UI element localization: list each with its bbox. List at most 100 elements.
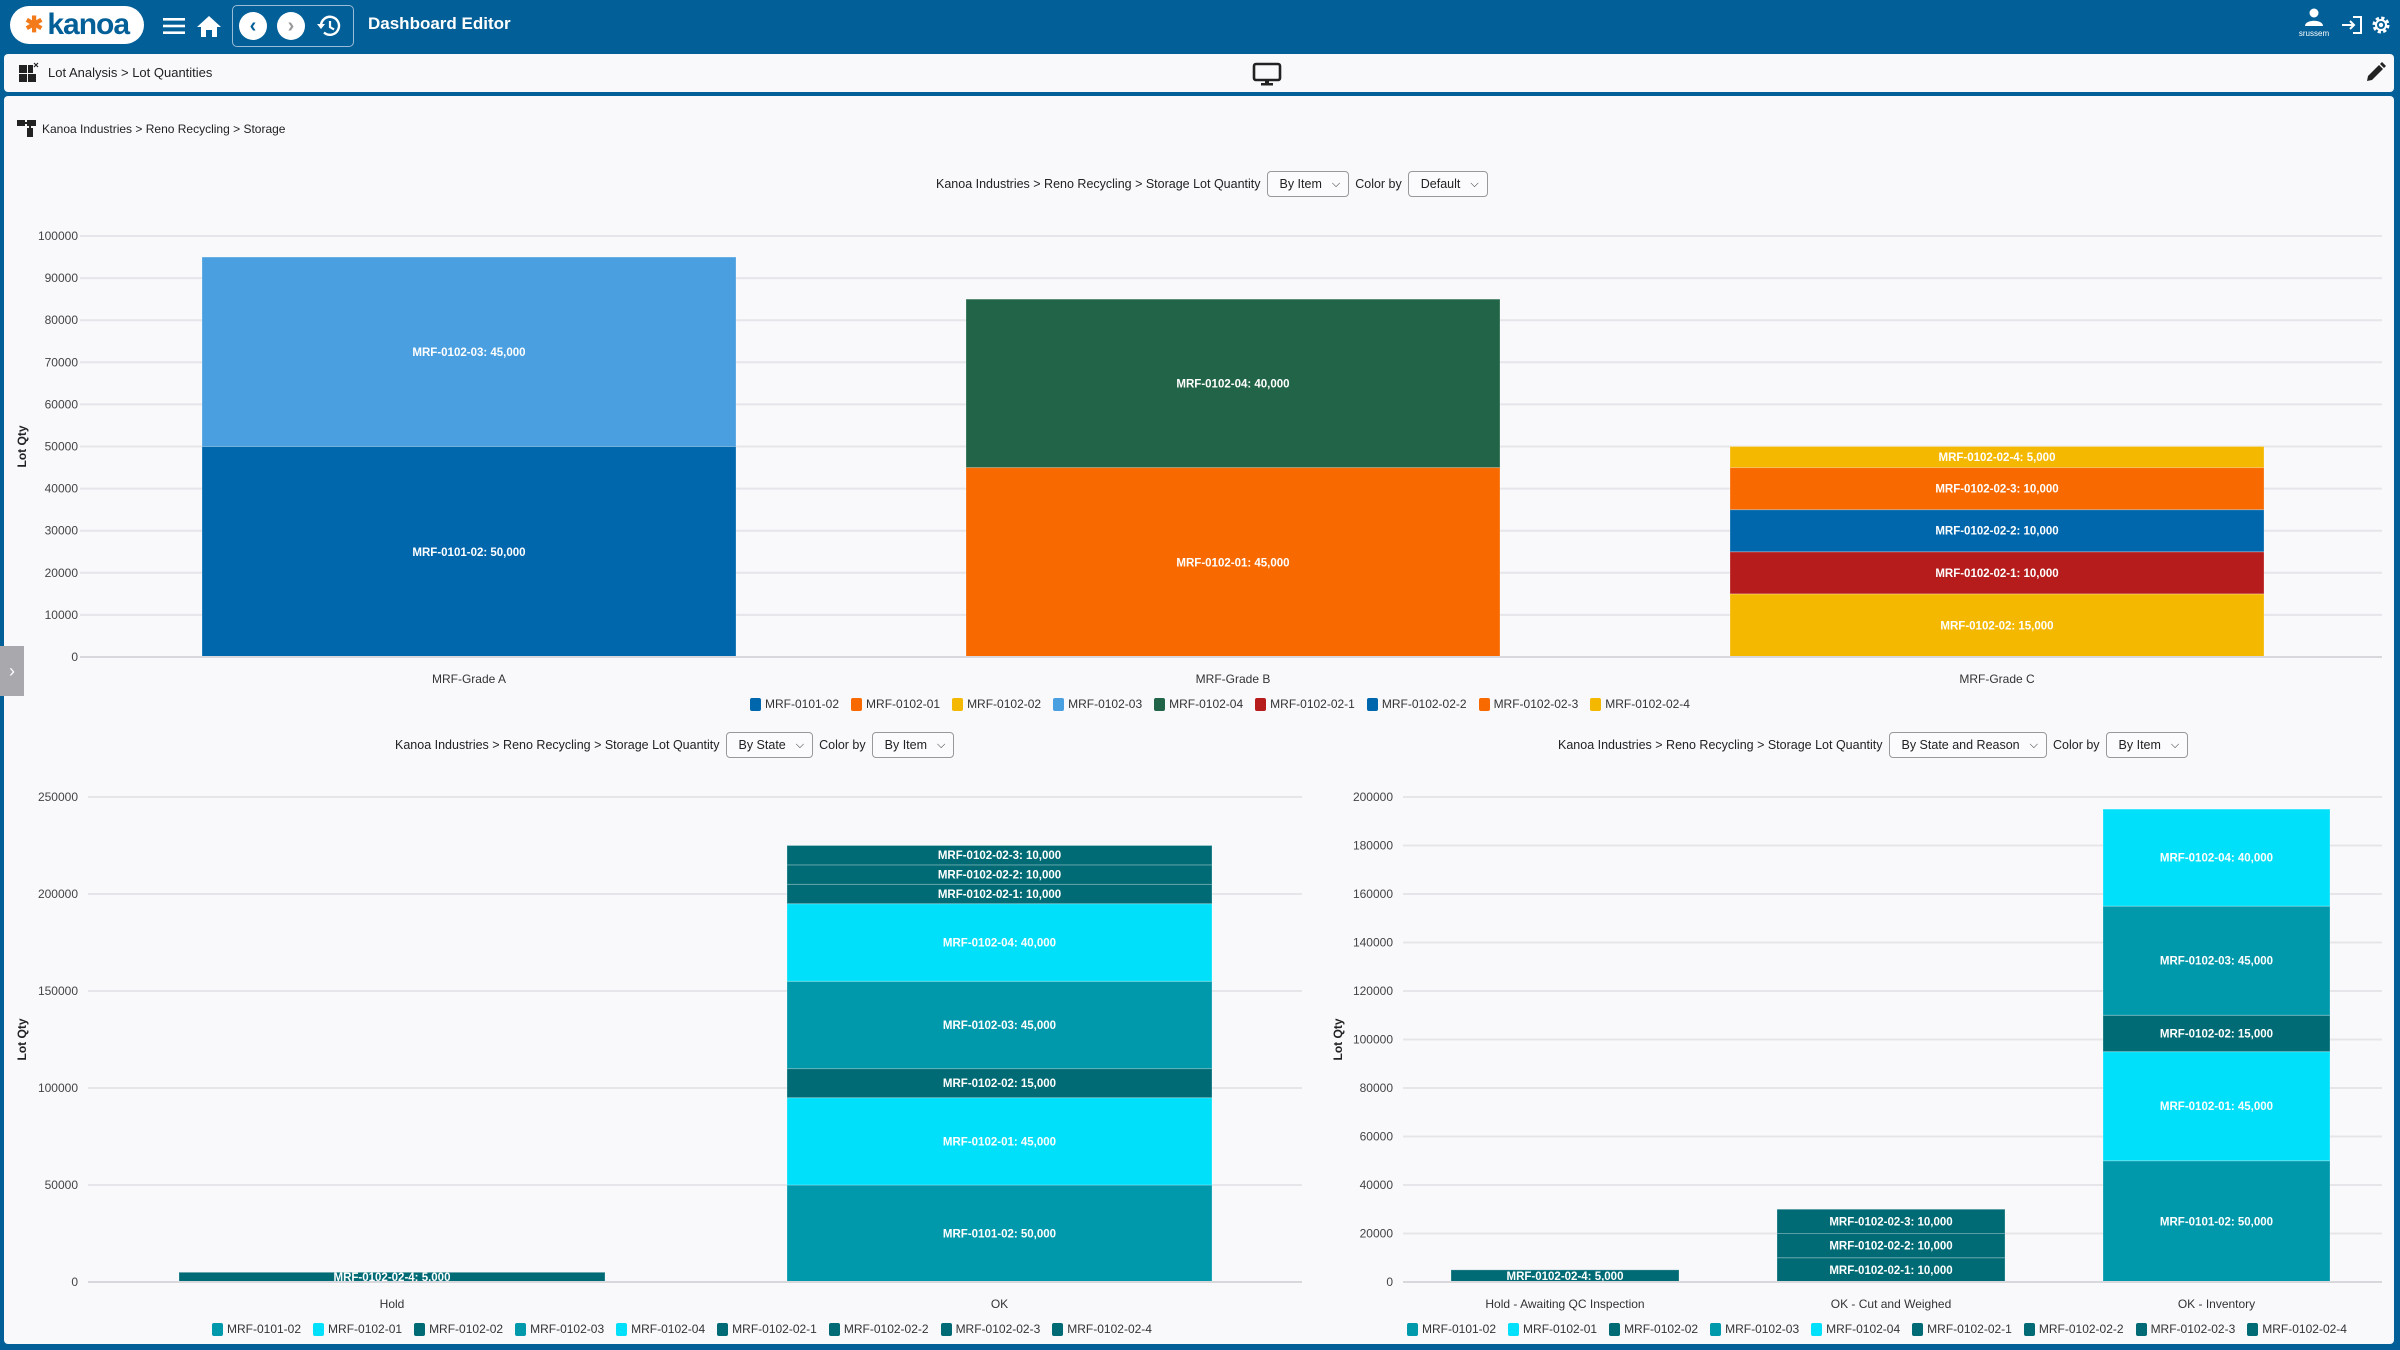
legend-item[interactable]: MRF-0102-02-3 [940, 1322, 1041, 1336]
chart2-color-by-label: Color by [819, 738, 866, 752]
chart2-title: Kanoa Industries > Reno Recycling > Stor… [395, 738, 720, 752]
legend-item[interactable]: MRF-0102-02-2 [2023, 1322, 2124, 1336]
breadcrumb-bar: Lot Analysis > Lot Quantities [4, 54, 2394, 92]
legend-label: MRF-0102-02-4 [1067, 1322, 1152, 1336]
dashboard-canvas: Kanoa Industries > Reno Recycling > Stor… [4, 96, 2394, 1344]
settings-icon[interactable] [2368, 12, 2394, 38]
legend-swatch [717, 1322, 729, 1336]
chart1-color-by-select[interactable]: Default ⌵ [1407, 171, 1488, 197]
legend-label: MRF-0102-02 [967, 697, 1042, 711]
app-title: Dashboard Editor [368, 14, 511, 33]
legend-label: MRF-0102-02-3 [2150, 1322, 2236, 1336]
edit-pencil-icon[interactable] [2364, 62, 2386, 89]
legend-item[interactable]: MRF-0101-02 [750, 697, 839, 711]
legend-item[interactable]: MRF-0102-02-1 [1912, 1322, 2012, 1336]
chart1-title: Kanoa Industries > Reno Recycling > Stor… [936, 177, 1261, 191]
legend-swatch [851, 697, 863, 711]
legend-swatch [1407, 1322, 1418, 1336]
chart3-color-by-select[interactable]: By Item ⌵ [2105, 732, 2189, 758]
legend-label: MRF-0102-02-1 [1270, 697, 1355, 711]
legend-item[interactable]: MRF-0102-03 [1710, 1322, 1799, 1336]
chevron-down-icon: ⌵ [1470, 177, 1479, 190]
legend-label: MRF-0102-02-3 [1493, 697, 1579, 711]
back-button[interactable]: ‹ [239, 12, 267, 40]
legend-item[interactable]: MRF-0102-03 [1053, 697, 1142, 711]
chevron-down-icon: ⌵ [2029, 738, 2038, 751]
chart3-group-by-select[interactable]: By State and Reason ⌵ [1888, 732, 2047, 758]
dashboard-icon[interactable] [18, 62, 40, 89]
chart1-group-by-select[interactable]: By Item ⌵ [1266, 171, 1350, 197]
chart1-header: Kanoa Industries > Reno Recycling > Stor… [936, 171, 1488, 197]
legend-label: MRF-0102-02-1 [1927, 1322, 2012, 1336]
monitor-icon[interactable] [1252, 62, 1282, 91]
history-icon[interactable] [313, 11, 345, 41]
legend-swatch [1912, 1322, 1924, 1336]
breadcrumb: Lot Analysis > Lot Quantities [48, 65, 213, 80]
legend-swatch [1710, 1322, 1722, 1336]
legend-label: MRF-0102-02-3 [955, 1322, 1041, 1336]
legend-item[interactable]: MRF-0102-04 [1154, 697, 1243, 711]
legend-swatch [212, 1322, 223, 1336]
legend-label: MRF-0102-01 [1523, 1322, 1598, 1336]
user-menu[interactable]: srussem [2296, 8, 2332, 38]
legend-swatch [515, 1322, 527, 1336]
logout-icon[interactable] [2340, 12, 2364, 38]
legend-item[interactable]: MRF-0102-02-1 [1255, 697, 1355, 711]
chart3-color-by-value: By Item [2118, 738, 2161, 752]
legend-item[interactable]: MRF-0102-02-4 [1590, 697, 1690, 711]
legend-swatch [1366, 697, 1378, 711]
legend-item[interactable]: MRF-0102-02-3 [1478, 697, 1579, 711]
legend-item[interactable]: MRF-0101-02 [212, 1322, 301, 1336]
legend-item[interactable]: MRF-0102-02-1 [717, 1322, 817, 1336]
legend-item[interactable]: MRF-0102-02-3 [2135, 1322, 2236, 1336]
legend-label: MRF-0102-04 [1826, 1322, 1901, 1336]
legend-item[interactable]: MRF-0102-01 [313, 1322, 402, 1336]
legend-swatch [750, 697, 761, 711]
legend-label: MRF-0102-03 [530, 1322, 605, 1336]
legend-item[interactable]: MRF-0102-02-4 [2247, 1322, 2347, 1336]
legend-label: MRF-0102-04 [1169, 697, 1244, 711]
sidebar-toggle-button[interactable]: › [0, 646, 24, 696]
legend-swatch [616, 1322, 628, 1336]
chart2-group-by-select[interactable]: By State ⌵ [725, 732, 814, 758]
legend-item[interactable]: MRF-0102-01 [851, 697, 940, 711]
legend-item[interactable]: MRF-0102-04 [616, 1322, 705, 1336]
legend-item[interactable]: MRF-0102-02 [1609, 1322, 1698, 1336]
legend-item[interactable]: MRF-0102-01 [1508, 1322, 1597, 1336]
legend-label: MRF-0101-02 [1422, 1322, 1497, 1336]
legend-swatch [2247, 1322, 2259, 1336]
home-icon[interactable] [194, 11, 224, 41]
legend-item[interactable]: MRF-0102-04 [1811, 1322, 1900, 1336]
chart3-legend: MRF-0101-02 MRF-0102-01 MRF-0102-02 MRF-010… [1407, 1322, 2347, 1336]
legend-swatch [1508, 1322, 1520, 1336]
legend-item[interactable]: MRF-0102-02-2 [828, 1322, 929, 1336]
chart3-color-by-label: Color by [2052, 738, 2100, 752]
legend-swatch [1255, 697, 1267, 711]
legend-label: MRF-0102-02-4 [1605, 697, 1690, 711]
legend-label: MRF-0102-02-2 [1381, 697, 1467, 711]
legend-label: MRF-0102-02 [429, 1322, 504, 1336]
chevron-down-icon: ⌵ [1331, 177, 1341, 190]
chart1-color-by-label: Color by [1355, 177, 1402, 191]
chevron-down-icon: ⌵ [937, 738, 946, 751]
legend-swatch [2135, 1322, 2147, 1336]
legend-item[interactable]: MRF-0102-02-2 [1366, 697, 1467, 711]
username: srussem [2298, 29, 2330, 38]
forward-button[interactable]: › [277, 12, 305, 40]
legend-swatch [313, 1322, 325, 1336]
kanoa-logo[interactable]: ✱ kanoa [10, 6, 144, 44]
chart2-color-by-select[interactable]: By Item ⌵ [871, 732, 955, 758]
legend-item[interactable]: MRF-0102-02 [414, 1322, 503, 1336]
legend-item[interactable]: MRF-0102-03 [515, 1322, 604, 1336]
legend-label: MRF-0102-02-2 [843, 1322, 929, 1336]
chevron-down-icon: ⌵ [795, 738, 805, 751]
legend-item[interactable]: MRF-0102-02-4 [1052, 1322, 1152, 1336]
legend-swatch [940, 1322, 952, 1336]
legend-item[interactable]: MRF-0101-02 [1407, 1322, 1496, 1336]
legend-label: MRF-0102-01 [866, 697, 941, 711]
menu-icon[interactable] [160, 12, 188, 40]
legend-label: MRF-0102-02-4 [2262, 1322, 2347, 1336]
legend-item[interactable]: MRF-0102-02 [952, 697, 1041, 711]
legend-label: MRF-0102-02 [1624, 1322, 1699, 1336]
legend-label: MRF-0102-03 [1725, 1322, 1800, 1336]
